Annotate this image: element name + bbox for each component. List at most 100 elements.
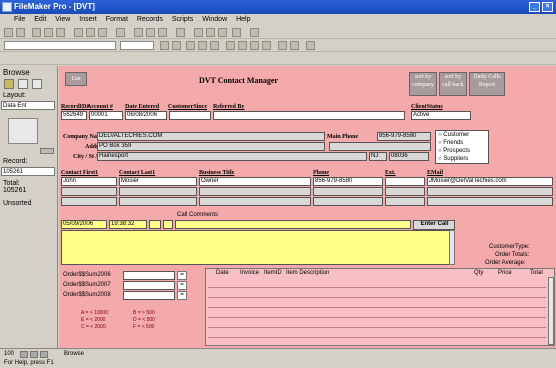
business-title-field[interactable] bbox=[199, 187, 311, 196]
call-comments-textarea[interactable] bbox=[61, 230, 451, 265]
cut-icon[interactable] bbox=[74, 28, 83, 37]
contact-last-field[interactable] bbox=[119, 187, 197, 196]
save-icon[interactable] bbox=[32, 28, 41, 37]
copy-icon[interactable] bbox=[86, 28, 95, 37]
browse-icon[interactable] bbox=[232, 28, 241, 37]
record-slider[interactable] bbox=[40, 148, 54, 154]
list-button[interactable]: List bbox=[65, 72, 87, 86]
minimize-icon[interactable]: _ bbox=[529, 2, 540, 12]
sort-icon[interactable] bbox=[176, 28, 185, 37]
contact-first-field[interactable] bbox=[61, 197, 117, 206]
contact-first-field[interactable] bbox=[61, 187, 117, 196]
invoice-scrollbar[interactable] bbox=[548, 277, 554, 345]
invoice-row[interactable] bbox=[208, 279, 546, 288]
invoice-row[interactable] bbox=[208, 329, 546, 338]
contact-phone-field[interactable]: 856-979-8580 bbox=[313, 177, 383, 186]
increase-size-icon[interactable] bbox=[160, 41, 169, 50]
print-icon[interactable] bbox=[44, 28, 53, 37]
record-id-field[interactable]: 562649 bbox=[61, 111, 87, 120]
main-phone-field[interactable]: 856-979-8580 bbox=[377, 132, 431, 141]
menu-insert[interactable]: Insert bbox=[79, 16, 97, 23]
referred-by-field[interactable] bbox=[213, 111, 405, 120]
account-field[interactable]: 00001 bbox=[89, 111, 123, 120]
font-size-select[interactable] bbox=[120, 41, 154, 50]
radio-friends[interactable]: ○ Friends bbox=[438, 140, 463, 147]
decrease-size-icon[interactable] bbox=[172, 41, 181, 50]
sum-2006-rating[interactable]: = bbox=[177, 271, 187, 280]
undo-icon[interactable] bbox=[116, 28, 125, 37]
menu-scripts[interactable]: Scripts bbox=[172, 16, 193, 23]
menu-edit[interactable]: Edit bbox=[34, 16, 46, 23]
phone-2-field[interactable] bbox=[329, 142, 431, 151]
menu-help[interactable]: Help bbox=[236, 16, 250, 23]
enter-call-button[interactable]: Enter Call bbox=[413, 220, 455, 230]
align-left-icon[interactable] bbox=[226, 41, 235, 50]
list-view-icon[interactable] bbox=[218, 28, 227, 37]
magnifier-icon[interactable] bbox=[18, 79, 28, 89]
record-number-field[interactable]: 105261 bbox=[1, 167, 55, 176]
customer-since-field[interactable] bbox=[169, 111, 211, 120]
indent-icon[interactable] bbox=[290, 41, 299, 50]
layout-tool-icon[interactable] bbox=[32, 79, 42, 89]
align-right-icon[interactable] bbox=[250, 41, 259, 50]
underline-icon[interactable] bbox=[210, 41, 219, 50]
contact-ext-field[interactable] bbox=[385, 197, 425, 206]
company-name-field[interactable]: DELVALTECHIES.COM bbox=[97, 132, 325, 141]
sum-2008-field[interactable] bbox=[123, 291, 175, 300]
call-subject-field[interactable] bbox=[175, 220, 411, 229]
invoice-row[interactable] bbox=[208, 299, 546, 308]
new-file-icon[interactable] bbox=[4, 28, 13, 37]
find-icon[interactable] bbox=[158, 28, 167, 37]
call-flag-field[interactable] bbox=[149, 220, 161, 229]
invoice-row[interactable] bbox=[208, 289, 546, 298]
sum-2008-rating[interactable]: = bbox=[177, 291, 187, 300]
sum-2007-rating[interactable]: = bbox=[177, 281, 187, 290]
address-field[interactable]: PO Box 359 bbox=[97, 142, 325, 151]
line-spacing-icon[interactable] bbox=[278, 41, 287, 50]
date-entered-field[interactable]: 06/08/2006 bbox=[125, 111, 167, 120]
call-type-field[interactable] bbox=[163, 220, 173, 229]
contact-ext-field[interactable] bbox=[385, 177, 425, 186]
radio-prospects[interactable]: ○ Prospects bbox=[438, 148, 470, 155]
comments-scrollbar[interactable] bbox=[449, 230, 455, 265]
invoice-row[interactable] bbox=[208, 309, 546, 318]
sum-2007-field[interactable] bbox=[123, 281, 175, 290]
menu-file[interactable]: File bbox=[14, 16, 25, 23]
contact-email-field[interactable] bbox=[427, 187, 553, 196]
status-toggle-icon[interactable] bbox=[40, 351, 48, 358]
contact-email-field[interactable] bbox=[427, 197, 553, 206]
contact-email-field[interactable]: JMosier@DelValTechies.com bbox=[427, 177, 553, 186]
contact-last-field[interactable]: Mosier bbox=[119, 177, 197, 186]
italic-icon[interactable] bbox=[198, 41, 207, 50]
daily-calls-report-button[interactable]: Daily Calls Report bbox=[469, 72, 505, 96]
client-status-field[interactable]: Active bbox=[411, 111, 471, 120]
contact-last-field[interactable] bbox=[119, 197, 197, 206]
city-field[interactable]: Hainesport bbox=[97, 152, 367, 161]
help-icon[interactable] bbox=[250, 28, 259, 37]
layout-select[interactable]: Data Ent bbox=[1, 101, 55, 110]
radio-customer[interactable]: ○ Customer bbox=[438, 132, 469, 139]
align-justify-icon[interactable] bbox=[262, 41, 271, 50]
close-icon[interactable]: × bbox=[542, 2, 553, 12]
new-record-icon[interactable] bbox=[134, 28, 143, 37]
business-title-field[interactable]: Owner bbox=[199, 177, 311, 186]
menu-view[interactable]: View bbox=[55, 16, 70, 23]
align-center-icon[interactable] bbox=[238, 41, 247, 50]
font-select[interactable] bbox=[4, 41, 116, 50]
business-title-field[interactable] bbox=[199, 197, 311, 206]
bold-icon[interactable] bbox=[186, 41, 195, 50]
sum-2006-field[interactable] bbox=[123, 271, 175, 280]
contact-first-field[interactable]: John bbox=[61, 177, 117, 186]
menu-records[interactable]: Records bbox=[137, 16, 163, 23]
zoom-out-icon[interactable] bbox=[20, 351, 28, 358]
invoice-row[interactable] bbox=[208, 319, 546, 328]
open-file-icon[interactable] bbox=[16, 28, 25, 37]
paste-icon[interactable] bbox=[98, 28, 107, 37]
contact-ext-field[interactable] bbox=[385, 187, 425, 196]
contact-phone-field[interactable] bbox=[313, 197, 383, 206]
table-view-icon[interactable] bbox=[206, 28, 215, 37]
record-book-icon[interactable] bbox=[8, 118, 38, 144]
call-date-field[interactable]: 05/09/2006 bbox=[61, 220, 107, 229]
state-field[interactable]: NJ bbox=[369, 152, 387, 161]
delete-record-icon[interactable] bbox=[146, 28, 155, 37]
